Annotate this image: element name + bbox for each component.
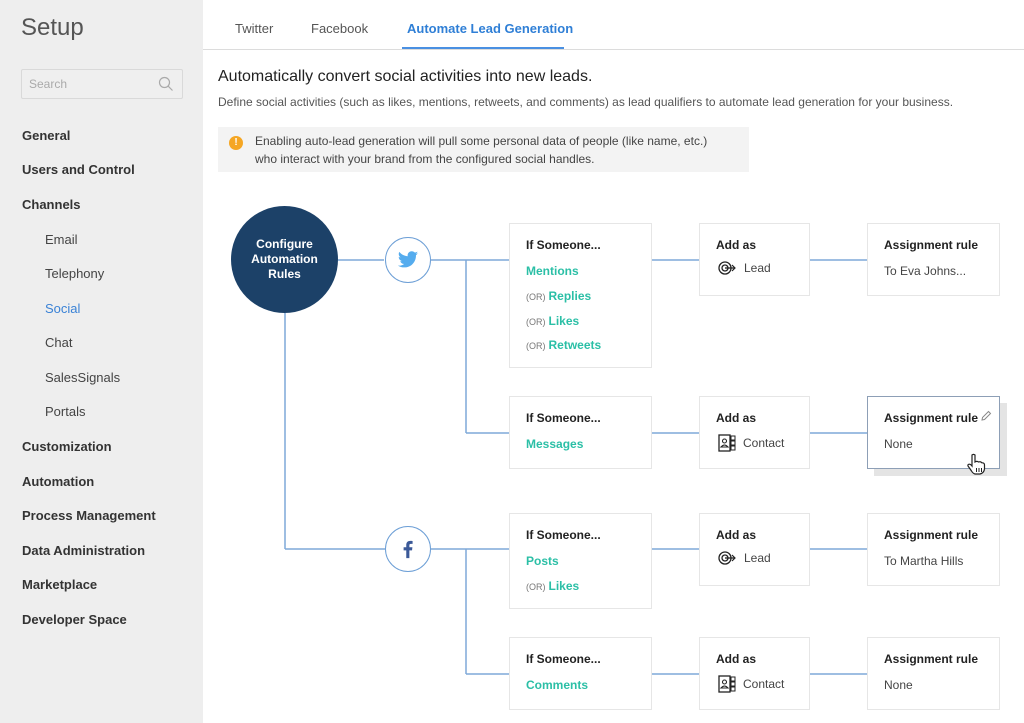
assignment-value: None [884,437,913,451]
sidebar-item-social[interactable]: Social [45,301,80,316]
sidebar-item-automation[interactable]: Automation [22,474,94,489]
sidebar-item-channels[interactable]: Channels [22,197,81,212]
active-tab-indicator [402,47,564,49]
action-mentions: Mentions [526,264,579,278]
condition-title: If Someone... [526,652,601,666]
action-comments: Comments [526,678,589,692]
condition-title: If Someone... [526,411,601,425]
sidebar-item-process-management[interactable]: Process Management [22,508,156,523]
add-as-title: Add as [716,652,757,666]
sidebar-item-users-and-control[interactable]: Users and Control [22,162,135,177]
warning-icon: ! [229,136,243,150]
add-as-value: Contact [718,675,784,693]
assignment-card-twitter-1[interactable]: Assignment rule To Eva Johns... [867,223,1000,296]
assignment-title: Assignment rule [884,528,979,542]
sidebar-item-developer-space[interactable]: Developer Space [22,612,127,627]
lead-target-icon [718,551,736,565]
search-input[interactable] [22,70,152,98]
assignment-value: To Eva Johns... [884,264,967,278]
add-as-title: Add as [716,528,757,542]
notice-line-2: who interact with your brand from the co… [255,152,595,166]
pencil-icon[interactable] [980,410,992,422]
lead-target-icon [718,261,736,275]
assignment-card-facebook-1[interactable]: Assignment rule To Martha Hills [867,513,1000,586]
configure-automation-rules-hub[interactable]: Configure Automation Rules [231,206,338,313]
add-as-title: Add as [716,411,757,425]
facebook-icon [403,540,413,559]
contact-card-icon [718,675,736,693]
assignment-title: Assignment rule [884,238,979,252]
condition-title: If Someone... [526,528,601,542]
action-posts: Posts [526,554,559,568]
add-as-card-facebook-2[interactable]: Add as Contact [699,637,810,710]
sidebar-item-portals[interactable]: Portals [45,404,85,419]
hub-label-line-2: Automation [251,252,318,266]
add-as-title: Add as [716,238,757,252]
action-likes: (OR) Likes [526,314,580,328]
assignment-card-facebook-2[interactable]: Assignment rule None [867,637,1000,710]
sidebar-item-salessignals[interactable]: SalesSignals [45,370,120,385]
sidebar-item-marketplace[interactable]: Marketplace [22,577,97,592]
assignment-title: Assignment rule [884,411,979,425]
tab-twitter[interactable]: Twitter [235,21,273,36]
sidebar-item-telephony[interactable]: Telephony [45,266,104,281]
search-icon[interactable] [158,76,174,92]
add-as-card-twitter-1[interactable]: Add as Lead [699,223,810,296]
add-as-value: Lead [718,551,771,565]
assignment-title: Assignment rule [884,652,979,666]
action-retweets: (OR) Retweets [526,338,602,352]
notice-line-1: Enabling auto-lead generation will pull … [255,134,708,148]
add-as-value: Contact [718,434,784,452]
condition-card-facebook-1[interactable]: If Someone... Posts (OR) Likes [509,513,652,609]
add-as-value: Lead [718,261,771,275]
condition-card-facebook-2[interactable]: If Someone... Comments [509,637,652,710]
condition-title: If Someone... [526,238,601,252]
facebook-node[interactable] [385,526,431,572]
privacy-notice: ! Enabling auto-lead generation will pul… [218,127,749,172]
notice-text: Enabling auto-lead generation will pull … [255,132,745,168]
tab-bar: Twitter Facebook Automate Lead Generatio… [203,0,1024,50]
sidebar-item-chat[interactable]: Chat [45,335,72,350]
page-description: Define social activities (such as likes,… [218,95,954,109]
condition-card-twitter-1[interactable]: If Someone... Mentions (OR) Replies (OR) L… [509,223,652,368]
search-box[interactable] [21,69,183,99]
sidebar: Setup General Users and Control Channels… [0,0,203,723]
condition-card-twitter-2[interactable]: If Someone... Messages [509,396,652,469]
sidebar-item-data-administration[interactable]: Data Administration [22,543,145,558]
contact-card-icon [718,434,736,452]
action-messages: Messages [526,437,584,451]
tab-automate-lead-generation[interactable]: Automate Lead Generation [407,21,573,36]
sidebar-title: Setup [21,14,84,41]
hub-label-line-1: Configure [256,237,313,251]
sidebar-item-customization[interactable]: Customization [22,439,112,454]
assignment-value: None [884,678,913,692]
action-likes: (OR) Likes [526,579,580,593]
twitter-icon [397,251,419,268]
twitter-node[interactable] [385,237,431,283]
add-as-card-twitter-2[interactable]: Add as Contact [699,396,810,469]
page-heading: Automatically convert social activities … [218,68,593,85]
action-replies: (OR) Replies [526,289,592,303]
hand-cursor-icon [967,453,986,475]
sidebar-item-general[interactable]: General [22,128,70,143]
tab-facebook[interactable]: Facebook [311,21,368,36]
sidebar-item-email[interactable]: Email [45,232,78,247]
hub-label-line-3: Rules [268,267,301,281]
add-as-card-facebook-1[interactable]: Add as Lead [699,513,810,586]
assignment-value: To Martha Hills [884,554,964,568]
